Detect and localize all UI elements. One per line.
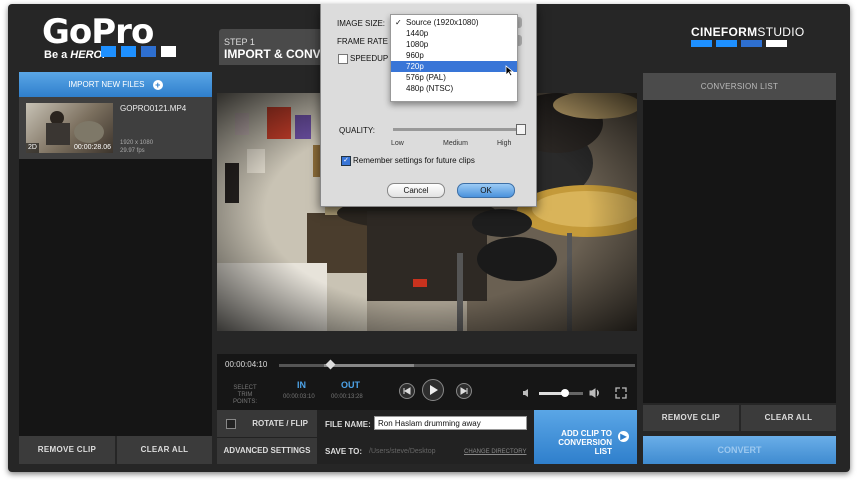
- change-directory-link[interactable]: CHANGE DIRECTORY: [464, 449, 526, 455]
- add-to-conversion-button[interactable]: ADD CLIP TO CONVERSION LIST ▶: [534, 410, 637, 464]
- timeline-scrubber[interactable]: [279, 359, 635, 370]
- remove-clip-button-right[interactable]: REMOVE CLIP: [643, 405, 739, 431]
- current-time: 00:00:04:10: [225, 360, 268, 369]
- clip-duration: 00:00:28.06: [74, 144, 111, 151]
- arrow-right-circle-icon: ▶: [618, 431, 629, 442]
- advanced-settings-button[interactable]: ADVANCED SETTINGS: [217, 438, 317, 464]
- clip-resolution: 1920 x 1080: [120, 140, 154, 146]
- clip-list-item[interactable]: 2D 00:00:28.06 GOPRO0121.MP4 1920 x 1080…: [19, 97, 212, 159]
- next-frame-button[interactable]: [456, 383, 472, 399]
- tagline: Be a HERO.: [44, 49, 106, 61]
- quality-label: QUALITY:: [339, 126, 376, 135]
- volume-handle[interactable]: [561, 389, 570, 397]
- clip-thumbnail: 2D 00:00:28.06: [26, 103, 113, 153]
- studio-swatch-1: [691, 40, 712, 47]
- convert-button[interactable]: CONVERT: [643, 436, 836, 464]
- clear-all-button-left[interactable]: CLEAR ALL: [117, 436, 212, 464]
- speaker-mute-icon[interactable]: [522, 388, 532, 398]
- rotate-flip-button[interactable]: ROTATE / FLIP: [217, 410, 317, 437]
- dropdown-option-highlighted[interactable]: 720p: [391, 61, 517, 72]
- out-button[interactable]: OUT: [341, 380, 360, 390]
- speaker-loud-icon[interactable]: [589, 387, 601, 399]
- studio-swatch-2: [716, 40, 737, 47]
- previous-frame-button[interactable]: [399, 383, 415, 399]
- dropdown-option[interactable]: 960p: [391, 50, 517, 61]
- fullscreen-icon[interactable]: [615, 387, 627, 399]
- quality-low-label: Low: [391, 140, 404, 147]
- swatch-3: [141, 46, 156, 57]
- cineform-logo: CINEFORMSTUDIO: [691, 25, 805, 39]
- import-files-button[interactable]: IMPORT NEW FILES +: [19, 72, 212, 97]
- mouse-cursor-icon: [505, 65, 514, 77]
- app-window: GoPro Be a HERO. CINEFORMSTUDIO STEP 1 I…: [8, 4, 850, 472]
- studio-swatches: [691, 40, 787, 48]
- clip-2d-badge: 2D: [26, 143, 39, 153]
- remember-settings-label: Remember settings for future clips: [353, 156, 475, 165]
- clip-name: GOPRO0121.MP4: [120, 104, 187, 113]
- studio-swatch-3: [741, 40, 762, 47]
- quality-slider[interactable]: [393, 124, 526, 135]
- quality-slider-thumb[interactable]: [516, 124, 526, 135]
- conversion-list-header: CONVERSION LIST: [643, 73, 836, 100]
- dropdown-option[interactable]: 480p (NTSC): [391, 83, 517, 94]
- cancel-button[interactable]: Cancel: [387, 183, 445, 198]
- speedup-checkbox[interactable]: [338, 54, 348, 64]
- clear-all-button-right[interactable]: CLEAR ALL: [741, 405, 836, 431]
- conversion-list-panel: CONVERSION LIST: [643, 73, 836, 403]
- in-button[interactable]: IN: [297, 380, 306, 390]
- file-name-label: FILE NAME:: [325, 420, 371, 429]
- remove-clip-button-left[interactable]: REMOVE CLIP: [19, 436, 115, 464]
- gopro-logo: GoPro: [42, 12, 154, 52]
- out-time: 00:00:13:28: [331, 394, 363, 400]
- quality-medium-label: Medium: [443, 140, 468, 147]
- dropdown-option[interactable]: 1440p: [391, 28, 517, 39]
- play-icon: [430, 385, 438, 395]
- image-size-label: IMAGE SIZE:: [337, 19, 386, 28]
- swatch-4: [161, 46, 176, 57]
- clip-settings-bar: ROTATE / FLIP ADVANCED SETTINGS FILE NAM…: [217, 410, 637, 464]
- speedup-label: SPEEDUP: [350, 54, 389, 63]
- save-to-label: SAVE TO:: [325, 447, 363, 456]
- plus-circle-icon: +: [152, 79, 163, 90]
- clip-fps: 29.97 fps: [120, 148, 145, 154]
- brand-swatches: [101, 46, 181, 57]
- image-size-dropdown[interactable]: ✓ Source (1920x1080) 1440p 1080p 960p 720…: [390, 14, 518, 102]
- rotate-flip-checkbox[interactable]: [226, 418, 237, 429]
- frame-rate-label: FRAME RATE: [337, 37, 388, 46]
- dropdown-option[interactable]: 1080p: [391, 39, 517, 50]
- step-forward-icon: [460, 387, 468, 395]
- dropdown-option[interactable]: ✓ Source (1920x1080): [391, 17, 517, 28]
- save-to-path: /Users/steve/Desktop: [369, 448, 436, 455]
- export-settings-dialog: IMAGE SIZE: FRAME RATE SPEEDUP ✓ Source (…: [320, 4, 537, 207]
- in-time: 00:00:03:10: [283, 394, 315, 400]
- swatch-2: [121, 46, 136, 57]
- playhead-handle[interactable]: [325, 359, 336, 370]
- swatch-1: [101, 46, 116, 57]
- volume-slider[interactable]: [539, 389, 583, 397]
- checkmark-icon: ✓: [395, 18, 402, 27]
- play-button[interactable]: [422, 379, 444, 401]
- transport-controls: 00:00:04:10 SELECT TRIM POINTS: IN 00:00:…: [217, 354, 637, 410]
- quality-high-label: High: [497, 140, 512, 147]
- step-number: STEP 1: [224, 37, 255, 47]
- dropdown-option[interactable]: 576p (PAL): [391, 72, 517, 83]
- select-trim-label: SELECT TRIM POINTS:: [232, 385, 257, 405]
- remember-settings-checkbox[interactable]: ✓: [341, 156, 351, 166]
- step-back-icon: [403, 387, 411, 395]
- trim-range: [324, 364, 414, 367]
- studio-swatch-4: [766, 40, 787, 47]
- file-name-input[interactable]: Ron Haslam drumming away: [374, 416, 527, 430]
- ok-button[interactable]: OK: [457, 183, 515, 198]
